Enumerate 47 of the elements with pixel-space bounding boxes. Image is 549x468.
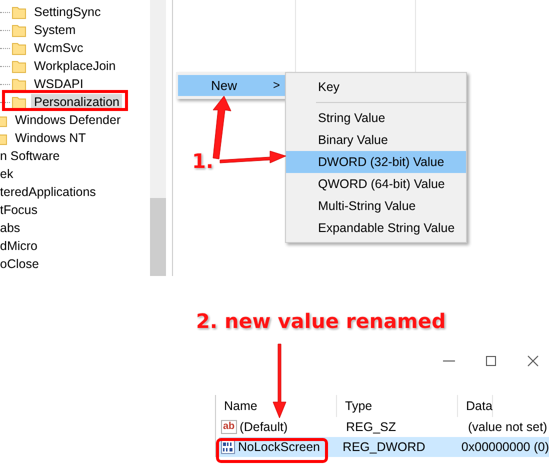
tree-item[interactable]: Windows NT: [12, 130, 89, 146]
table-cell-text: 0x00000000 (0): [460, 440, 549, 454]
close-icon[interactable]: [527, 355, 539, 367]
folder-icon: [12, 96, 26, 108]
folder-icon: [12, 24, 26, 36]
menu-item[interactable]: QWORD (64-bit) Value: [286, 173, 466, 195]
binary-value-icon: [221, 440, 235, 454]
table-cell-text: REG_SZ: [345, 420, 398, 434]
tree-item[interactable]: ek: [0, 166, 16, 182]
tree-item[interactable]: abs: [0, 220, 24, 236]
menu-item[interactable]: DWORD (32-bit) Value: [286, 151, 466, 173]
tree-item[interactable]: dMicro: [0, 238, 41, 254]
folder-icon: [12, 78, 26, 90]
menu-item[interactable]: New >: [178, 75, 288, 96]
tree-item[interactable]: WcmSvc: [31, 40, 86, 56]
tree-item[interactable]: oClose: [0, 256, 42, 272]
string-value-icon: ab: [221, 420, 237, 434]
menu-item[interactable]: Key: [286, 76, 466, 98]
tree-item[interactable]: SettingSync: [31, 4, 104, 20]
tree-item[interactable]: n Software: [0, 148, 63, 164]
scrollbar[interactable]: [150, 0, 166, 276]
chevron-icon: >: [272, 78, 280, 93]
menu-item[interactable]: Binary Value: [286, 129, 466, 151]
tree-item[interactable]: WSDAPI: [31, 76, 86, 92]
tree-item[interactable]: tFocus: [0, 202, 41, 218]
folder-icon: [12, 6, 26, 18]
column-header[interactable]: Data: [458, 395, 494, 417]
step-label: 1.: [192, 149, 214, 173]
menu-item[interactable]: String Value: [286, 107, 466, 129]
table-cell-text: REG_DWORD: [342, 440, 426, 454]
table-cell: NoLockScreen: [238, 440, 320, 454]
tree-item[interactable]: teredApplications: [0, 184, 99, 200]
step-label: 2. new value renamed: [196, 309, 446, 333]
tree-item[interactable]: System: [31, 22, 79, 38]
menu-item[interactable]: Multi-String Value: [286, 195, 466, 217]
folder-icon: [12, 42, 26, 54]
menu-item[interactable]: Expandable String Value: [286, 217, 466, 239]
table-cell-text: (value not set): [467, 420, 548, 434]
tree-item[interactable]: WorkplaceJoin: [31, 58, 119, 74]
column-header[interactable]: Type: [337, 395, 458, 417]
scrollbar-thumb[interactable]: [150, 198, 166, 276]
tree-item[interactable]: Windows Defender: [12, 112, 124, 128]
maximize-icon[interactable]: [485, 355, 497, 367]
folder-icon: [12, 60, 26, 72]
table-row[interactable]: NoLockScreen REG_DWORD 0x00000000 (0): [219, 437, 549, 457]
table-cell: (Default): [240, 420, 288, 434]
table-row[interactable]: ab (Default) REG_SZ (value not set): [219, 417, 549, 437]
